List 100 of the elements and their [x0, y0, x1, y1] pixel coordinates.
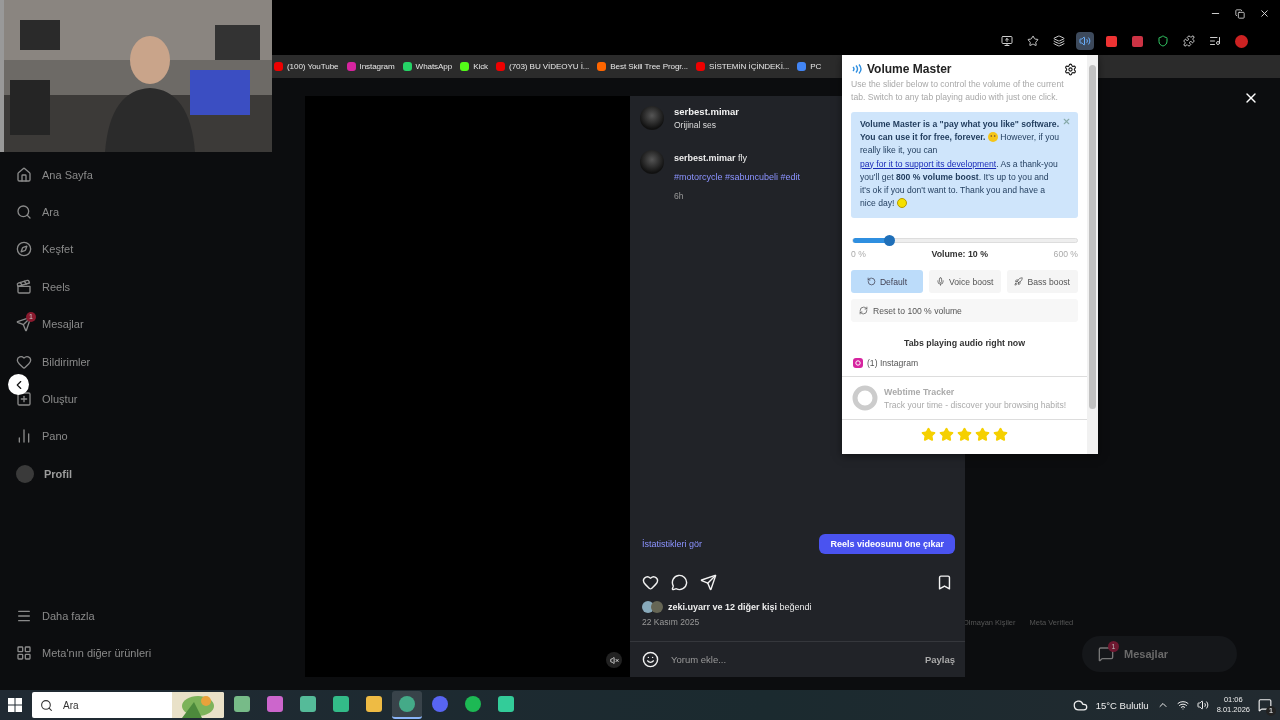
- sidebar-item[interactable]: Profil: [16, 455, 272, 493]
- caption: serbest.mimar fly: [674, 153, 749, 163]
- volume-reading: Volume: 10 %: [931, 249, 988, 260]
- promo-subtitle: Track your time - discover your browsing habits!: [884, 399, 1067, 410]
- search-icon: [16, 204, 32, 221]
- bookmark[interactable]: (703) BU VİDEOYU İ...: [496, 62, 590, 71]
- plus-square-icon: [16, 391, 32, 408]
- star-icon[interactable]: [957, 427, 972, 443]
- taskbar-search[interactable]: Ara: [32, 692, 224, 718]
- bookmark[interactable]: PC: [797, 62, 822, 71]
- search-input[interactable]: Ara: [61, 698, 141, 712]
- sidebar-item[interactable]: Meta'nın diğer ürünleri: [16, 634, 272, 672]
- comment-icon[interactable]: [671, 574, 688, 591]
- grid-icon: [16, 645, 32, 662]
- post-date: 22 Kasım 2025: [642, 617, 700, 627]
- sidebar-item[interactable]: Keşfet: [16, 230, 272, 269]
- bookmark[interactable]: Kick: [460, 62, 489, 71]
- bookmark[interactable]: (100) YouTube: [274, 62, 339, 71]
- popup-title: Volume Master: [867, 62, 953, 76]
- muted-speaker-icon: [609, 655, 619, 665]
- avatar-icon: [16, 464, 34, 483]
- bar-chart-icon: [16, 428, 32, 445]
- boost-button[interactable]: Reels videosunu öne çıkar: [819, 534, 955, 554]
- sidebar-item[interactable]: Bildirimler: [16, 342, 272, 381]
- compass-icon: [16, 241, 32, 258]
- sidebar-item[interactable]: Ana Sayfa: [16, 156, 272, 194]
- heart-icon[interactable]: [642, 574, 659, 591]
- puzzle-icon[interactable]: [1183, 35, 1195, 47]
- pill-label: Mesajlar: [1124, 648, 1169, 660]
- sidebar-item[interactable]: Pano: [16, 417, 272, 456]
- previous-button[interactable]: [8, 374, 29, 395]
- reset-button[interactable]: Reset to 100 % volume: [851, 299, 1078, 323]
- sidebar-item[interactable]: Ara: [16, 193, 272, 231]
- speaker-icon[interactable]: [1196, 699, 1209, 711]
- volume-slider[interactable]: [852, 238, 1078, 244]
- avatar-icon: [640, 150, 664, 174]
- weather-text[interactable]: 15°C Bulutlu: [1095, 699, 1149, 711]
- settings-icon[interactable]: [1064, 62, 1077, 76]
- emoji-icon[interactable]: [642, 651, 659, 668]
- likes-text[interactable]: zeki.uyarr ve 12 diğer kişi beğendi: [668, 602, 812, 612]
- screen-icon[interactable]: [1001, 35, 1013, 47]
- clapperboard-icon: [16, 278, 32, 295]
- star-icon[interactable]: [975, 427, 990, 443]
- restore-icon[interactable]: [1235, 8, 1245, 19]
- star-icon[interactable]: [1027, 35, 1039, 47]
- post-age: 6h: [674, 191, 685, 201]
- microphone-icon: [936, 277, 946, 287]
- preset-button[interactable]: Voice boost: [929, 270, 1001, 294]
- star-icon[interactable]: [921, 427, 936, 443]
- insights-link[interactable]: İstatistikleri gör: [642, 539, 703, 549]
- mute-button[interactable]: [606, 652, 622, 668]
- smiley-icon: [987, 132, 998, 143]
- ring-icon: [852, 385, 878, 412]
- sidebar-item[interactable]: Oluştur: [16, 380, 272, 418]
- home-icon: [16, 166, 32, 183]
- bookmark[interactable]: SİSTEMİN İÇİNDEKİ...: [695, 62, 790, 71]
- refresh-icon: [859, 306, 868, 316]
- popup-description: Use the slider below to control the volume of the current tab. Switch to any tab playing audio with just one click.: [850, 78, 1065, 104]
- bookmark[interactable]: Best Skill Tree Progr...: [597, 62, 688, 71]
- cloud-icon[interactable]: [1072, 697, 1088, 713]
- avatars-icon: [642, 601, 664, 613]
- heart-icon: [16, 353, 32, 370]
- hashtags[interactable]: #motorcycle #sabuncubeli #edit: [674, 172, 801, 182]
- avatar-icon[interactable]: [1234, 34, 1248, 48]
- scrollbar[interactable]: [1089, 65, 1096, 409]
- message-icon: [1258, 698, 1272, 712]
- preset-button[interactable]: Default: [851, 270, 923, 294]
- share-button[interactable]: Paylaş: [924, 654, 955, 665]
- close-icon[interactable]: [1259, 8, 1270, 19]
- bookmark[interactable]: WhatsApp: [402, 62, 453, 71]
- preset-button[interactable]: Bass boost: [1006, 270, 1078, 294]
- search-icon: [40, 698, 53, 712]
- undo-icon: [866, 277, 876, 287]
- wifi-icon[interactable]: [1176, 699, 1189, 711]
- playlist-icon[interactable]: [1209, 35, 1221, 47]
- notice-text: Volume Master is a "pay what you like" software. You can use it for free, forever. However, if you really like it, you can pay for it to support its development. As a thank-you you'll get 800 % volume boost. It's up to you and it's ok if you don't want to. Thank you and have a nice day!: [860, 118, 1060, 211]
- instagram-icon: [853, 358, 863, 369]
- bookmark-icon[interactable]: [936, 574, 953, 591]
- rocket-icon: [1014, 277, 1024, 287]
- sun-icon: [896, 198, 907, 209]
- star-icon[interactable]: [939, 427, 954, 443]
- min-label: 0 %: [851, 249, 866, 260]
- shield-icon[interactable]: [1157, 35, 1169, 47]
- sound-wave-icon: [851, 64, 862, 74]
- layers-icon[interactable]: [1053, 35, 1065, 47]
- star-icon[interactable]: [993, 427, 1008, 443]
- square-icon[interactable]: [1131, 35, 1143, 47]
- sidebar-item[interactable]: Reels: [16, 268, 272, 306]
- sidebar-item[interactable]: Daha fazla: [16, 597, 272, 635]
- audio-label[interactable]: Orijinal ses: [674, 120, 739, 130]
- comment-field[interactable]: Yorum ekle...: [669, 653, 915, 666]
- username[interactable]: serbest.mimar: [674, 106, 739, 117]
- tabs-heading: Tabs playing audio right now: [902, 337, 1026, 349]
- windows-icon[interactable]: [8, 698, 22, 712]
- bookmark[interactable]: Instagram: [346, 62, 395, 71]
- max-label: 600 %: [1053, 249, 1078, 260]
- square-icon[interactable]: [1105, 35, 1117, 47]
- avatar-icon: [640, 106, 664, 130]
- audio-tab[interactable]: (1) Instagram: [842, 348, 1087, 378]
- slider-thumb[interactable]: [883, 235, 895, 247]
